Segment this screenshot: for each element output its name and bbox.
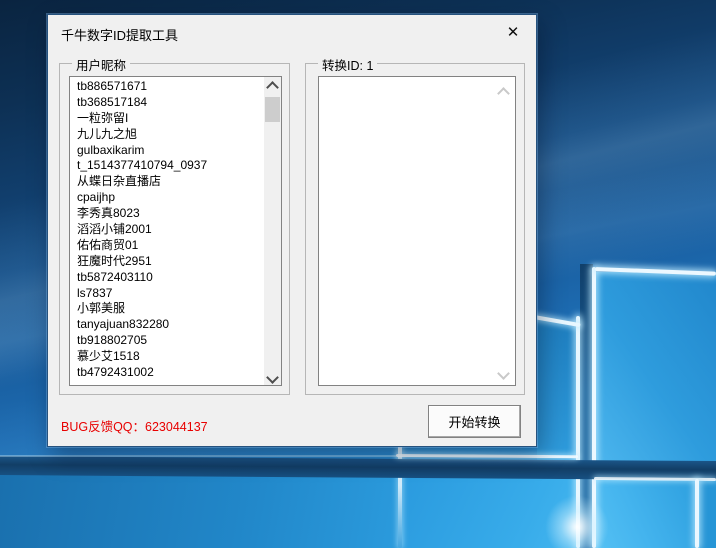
list-item[interactable]: 一粒弥留I [70,111,264,127]
wallpaper-flare [545,495,609,548]
bug-feedback-text: BUG反馈QQ：623044137 [61,420,208,434]
wallpaper-pane [593,478,700,548]
list-item[interactable]: 李秀真8023 [70,206,264,222]
close-icon[interactable]: ✕ [503,23,523,43]
chevron-down-icon [266,371,279,384]
wallpaper-glow-line [0,455,396,457]
title-bar[interactable]: 千牛数字ID提取工具 ✕ [48,15,536,51]
list-item[interactable]: gulbaxikarim [70,143,264,159]
list-item[interactable]: tb4792431002 [70,365,264,381]
scroll-down-button[interactable] [264,369,281,385]
list-item[interactable]: 慕少艾1518 [70,349,264,365]
wallpaper-pane [594,272,716,462]
list-item[interactable]: tb5872403110 [70,270,264,286]
group-nicknames: 用户昵称 tb886571671 tb368517184 一粒弥留I 九儿九之旭 gul… [59,55,290,395]
list-item[interactable]: 滔滔小铺2001 [70,222,264,238]
wallpaper-glow-line [695,479,699,548]
list-item[interactable]: 小郭美服 [70,301,264,317]
list-item[interactable]: 从蝶日杂直播店 [70,174,264,190]
list-item[interactable]: ls7837 [70,286,264,302]
scrollbar-thumb[interactable] [265,97,280,122]
list-item[interactable]: 狂魔时代2951 [70,254,264,270]
wallpaper-pane [0,473,402,548]
desktop-wallpaper: 千牛数字ID提取工具 ✕ 用户昵称 tb886571671 tb368517184… [0,0,716,548]
list-item[interactable]: tb368517184 [70,95,264,111]
converted-listbox[interactable] [318,76,516,386]
start-convert-button[interactable]: 开始转换 [428,405,521,438]
list-item[interactable]: 九儿九之旭 [70,127,264,143]
list-item[interactable]: tb886571671 [70,79,264,95]
window-title: 千牛数字ID提取工具 [61,28,179,43]
list-item[interactable]: cpaijhp [70,190,264,206]
list-item[interactable]: tb918802705 [70,333,264,349]
nickname-listbox[interactable]: tb886571671 tb368517184 一粒弥留I 九儿九之旭 gulbaxik… [69,76,282,386]
chevron-up-icon [266,81,279,94]
scroll-down-button[interactable] [496,365,510,380]
nickname-scrollbar[interactable] [264,77,281,385]
group-converted-label: 转换ID: 1 [318,55,378,74]
group-converted-ids: 转换ID: 1 [305,55,525,395]
group-nicknames-label: 用户昵称 [72,55,131,74]
wallpaper-pane [537,318,580,462]
list-item[interactable]: t_1514377410794_0937 [70,158,264,174]
chevron-down-icon [496,367,510,380]
list-item[interactable]: tanyajuan832280 [70,317,264,333]
scroll-up-button[interactable] [264,77,281,94]
wallpaper-pane [700,478,716,548]
app-window: 千牛数字ID提取工具 ✕ 用户昵称 tb886571671 tb368517184… [47,14,537,447]
nickname-list: tb886571671 tb368517184 一粒弥留I 九儿九之旭 gulbaxik… [70,79,264,381]
scroll-up-button[interactable] [496,83,510,100]
chevron-up-icon [496,87,510,100]
list-item[interactable]: 佑佑商贸01 [70,238,264,254]
